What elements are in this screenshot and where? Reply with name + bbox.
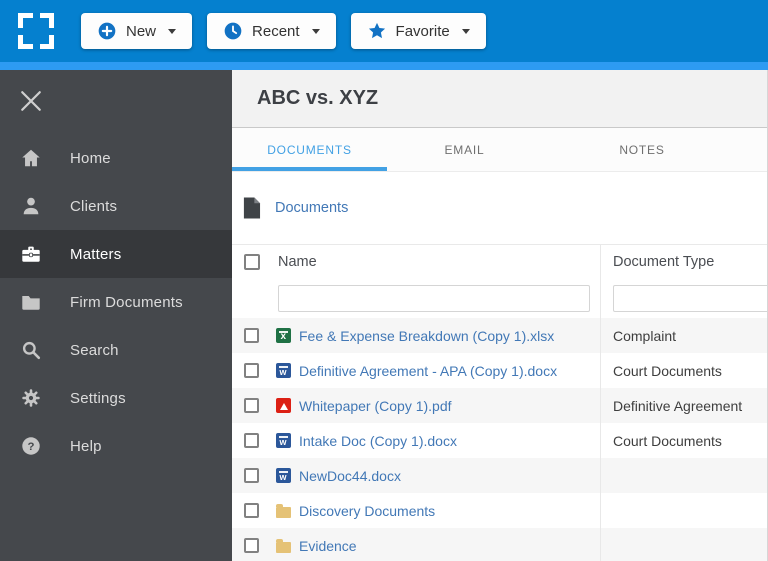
chevron-down-icon (461, 28, 470, 34)
recent-button-label: Recent (252, 22, 300, 40)
sidebar-item-label: Home (70, 149, 111, 167)
table-row: Fee & Expense Breakdown (Copy 1).xlsx Co… (232, 318, 767, 353)
logo-corner (39, 34, 54, 49)
document-type-filter-input[interactable] (613, 284, 767, 312)
sidebar-item-clients[interactable]: Clients (0, 182, 232, 230)
column-header-name: Name (278, 253, 317, 270)
question-icon: ? (22, 437, 40, 455)
sidebar-item-label: Search (70, 341, 119, 359)
recent-button[interactable]: Recent (207, 13, 336, 49)
accent-strip (0, 62, 768, 70)
folder-icon (276, 503, 291, 518)
document-type-value: Definitive Agreement (613, 397, 743, 414)
search-icon (22, 341, 41, 360)
top-bar: New Recent Favorite (0, 0, 768, 62)
document-link[interactable]: Definitive Agreement - APA (Copy 1).docx (299, 363, 557, 379)
table-row: NewDoc44.docx (232, 458, 767, 493)
word-file-icon (276, 433, 291, 448)
row-checkbox[interactable] (244, 503, 259, 518)
tab-email[interactable]: EMAIL (387, 128, 542, 171)
new-button[interactable]: New (81, 13, 193, 49)
document-icon (243, 197, 261, 219)
plus-circle-icon (98, 22, 116, 40)
logo-corner (18, 34, 33, 49)
chevron-down-icon (168, 28, 177, 34)
home-icon (22, 149, 40, 167)
table-header-row: Name Document Type (232, 244, 767, 278)
document-type-value: Court Documents (613, 432, 722, 449)
logo-corner (18, 13, 33, 28)
folder-link[interactable]: Discovery Documents (299, 503, 435, 519)
sidebar-item-search[interactable]: Search (0, 326, 232, 374)
svg-text:?: ? (28, 441, 35, 453)
table-row: Whitepaper (Copy 1).pdf Definitive Agree… (232, 388, 767, 423)
clock-icon (224, 22, 242, 40)
row-checkbox[interactable] (244, 433, 259, 448)
document-link[interactable]: NewDoc44.docx (299, 468, 401, 484)
logo-corner (39, 13, 54, 28)
row-checkbox[interactable] (244, 398, 259, 413)
pdf-file-icon (276, 398, 291, 413)
folder-icon (22, 296, 40, 310)
favorite-button[interactable]: Favorite (350, 13, 486, 49)
sidebar-item-label: Clients (70, 197, 118, 215)
document-link[interactable]: Intake Doc (Copy 1).docx (299, 433, 457, 449)
document-type-value: Complaint (613, 327, 677, 344)
star-icon (368, 22, 385, 39)
documents-panel: Documents Name Document Type x Fee & Exp… (232, 172, 767, 561)
document-link[interactable]: Whitepaper (Copy 1).pdf (299, 398, 452, 414)
chevron-down-icon (311, 28, 320, 34)
new-button-label: New (126, 22, 157, 40)
sidebar-item-help[interactable]: ? Help (0, 422, 232, 470)
row-checkbox[interactable] (244, 468, 259, 483)
table-row: Definitive Agreement - APA (Copy 1).docx… (232, 353, 767, 388)
folder-icon (276, 538, 291, 553)
favorite-button-label: Favorite (395, 22, 450, 40)
sidebar-item-settings[interactable]: Settings (0, 374, 232, 422)
table-row: Evidence (232, 528, 767, 561)
row-checkbox[interactable] (244, 538, 259, 553)
table-filter-row (232, 278, 767, 318)
table-row: Intake Doc (Copy 1).docx Court Documents (232, 423, 767, 458)
person-icon (23, 197, 39, 215)
breadcrumb: Documents (232, 172, 767, 244)
sidebar-item-matters[interactable]: Matters (0, 230, 232, 278)
matter-title-bar: ABC vs. XYZ (232, 70, 767, 128)
sidebar-item-home[interactable]: Home (0, 134, 232, 182)
document-link[interactable]: Fee & Expense Breakdown (Copy 1).xlsx (299, 328, 554, 344)
sidebar-item-label: Help (70, 437, 102, 455)
select-all-checkbox[interactable] (244, 253, 260, 270)
word-file-icon (276, 363, 291, 378)
gear-icon (22, 389, 40, 407)
tab-notes[interactable]: NOTES (542, 128, 742, 171)
row-checkbox[interactable] (244, 328, 259, 343)
sidebar: Home Clients Matters Firm Documents Sear… (0, 70, 232, 561)
folder-link[interactable]: Evidence (299, 538, 357, 554)
briefcase-icon (22, 246, 40, 262)
sidebar-item-label: Firm Documents (70, 293, 183, 311)
table-row: Discovery Documents (232, 493, 767, 528)
column-header-document-type: Document Type (613, 253, 715, 270)
app-logo[interactable] (18, 13, 54, 49)
breadcrumb-documents-link[interactable]: Documents (275, 200, 348, 216)
tab-documents[interactable]: DOCUMENTS (232, 128, 387, 171)
document-type-value: Court Documents (613, 362, 722, 379)
close-icon[interactable] (16, 86, 46, 116)
tab-bar: DOCUMENTS EMAIL NOTES (232, 128, 767, 172)
sidebar-item-firm-documents[interactable]: Firm Documents (0, 278, 232, 326)
name-filter-input[interactable] (278, 284, 590, 312)
page-title: ABC vs. XYZ (257, 87, 379, 109)
sidebar-item-label: Settings (70, 389, 126, 407)
excel-file-icon (276, 328, 291, 343)
word-file-icon (276, 468, 291, 483)
row-checkbox[interactable] (244, 363, 259, 378)
sidebar-item-label: Matters (70, 245, 122, 263)
main-panel: ABC vs. XYZ DOCUMENTS EMAIL NOTES Docume… (232, 70, 768, 561)
